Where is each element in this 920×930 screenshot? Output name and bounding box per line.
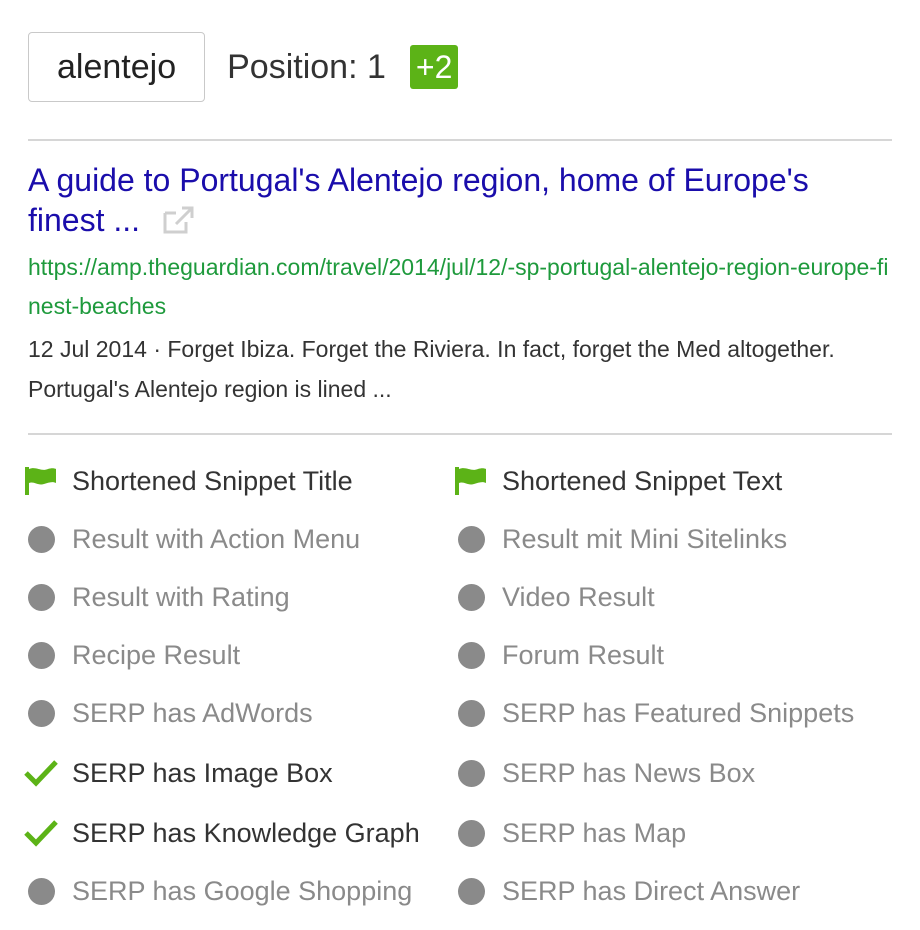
dot-icon — [454, 696, 488, 730]
serp-feature-label: SERP has Map — [502, 817, 687, 848]
serp-feature-label: Forum Result — [502, 639, 665, 670]
serp-feature-item: Shortened Snippet Title — [24, 461, 353, 501]
position-label: Position: 1 — [227, 47, 386, 86]
serp-feature-label: Result with Action Menu — [72, 523, 361, 554]
dot-icon — [454, 522, 488, 556]
serp-feature-item: Forum Result — [454, 635, 664, 675]
check-icon — [24, 816, 58, 850]
serp-feature-label: Shortened Snippet Title — [72, 465, 353, 496]
position-change-badge: +2 — [409, 45, 459, 89]
result-title-link[interactable]: A guide to Portugal's Alentejo region, h… — [28, 160, 892, 244]
dot-icon — [24, 638, 58, 672]
dot-icon — [24, 874, 58, 908]
top-divider — [28, 139, 892, 141]
serp-feature-label: Result with Rating — [72, 581, 290, 612]
serp-feature-label: Shortened Snippet Text — [502, 465, 783, 496]
dot-icon — [454, 638, 488, 672]
dot-icon — [454, 756, 488, 790]
search-result: A guide to Portugal's Alentejo region, h… — [28, 160, 892, 409]
external-link-icon[interactable] — [162, 204, 196, 244]
serp-feature-item: SERP has Image Box — [24, 753, 333, 793]
serp-feature-item: SERP has Direct Answer — [454, 871, 800, 911]
dot-icon — [454, 816, 488, 850]
serp-feature-label: SERP has Google Shopping — [72, 875, 413, 906]
serp-feature-label: Video Result — [502, 581, 655, 612]
serp-feature-item: Shortened Snippet Text — [454, 461, 782, 501]
dot-icon — [454, 580, 488, 614]
dot-icon — [24, 522, 58, 556]
result-snippet: 12 Jul 2014 · Forget Ibiza. Forget the R… — [28, 336, 835, 402]
serp-feature-item: Result with Action Menu — [24, 519, 360, 559]
keyword-header: alentejo Position: 1 +2 — [28, 30, 459, 104]
check-icon — [24, 756, 58, 790]
serp-feature-label: SERP has Knowledge Graph — [72, 817, 420, 848]
serp-feature-item: SERP has Map — [454, 813, 686, 853]
serp-feature-item: SERP has Featured Snippets — [454, 693, 854, 733]
serp-feature-label: SERP has AdWords — [72, 697, 313, 728]
serp-feature-item: Recipe Result — [24, 635, 240, 675]
serp-feature-item: Result with Rating — [24, 577, 290, 617]
features-divider — [28, 433, 892, 435]
serp-feature-item: SERP has AdWords — [24, 693, 313, 733]
keyword-tag[interactable]: alentejo — [28, 32, 206, 102]
flag-icon — [24, 464, 58, 498]
serp-feature-label: SERP has Image Box — [72, 757, 333, 788]
serp-feature-item: Video Result — [454, 577, 655, 617]
serp-feature-label: SERP has Featured Snippets — [502, 697, 855, 728]
serp-feature-item: SERP has Knowledge Graph — [24, 813, 420, 853]
serp-feature-label: Result mit Mini Sitelinks — [502, 523, 788, 554]
serp-feature-item: SERP has Google Shopping — [24, 871, 412, 911]
dot-icon — [454, 874, 488, 908]
dot-icon — [24, 580, 58, 614]
serp-feature-label: SERP has Direct Answer — [502, 875, 801, 906]
result-title[interactable]: A guide to Portugal's Alentejo region, h… — [28, 162, 809, 238]
flag-icon — [454, 464, 488, 498]
dot-icon — [24, 696, 58, 730]
serp-feature-item: Result mit Mini Sitelinks — [454, 519, 787, 559]
result-url[interactable]: https://amp.theguardian.com/travel/2014/… — [28, 248, 890, 326]
serp-feature-item: SERP has News Box — [454, 753, 755, 793]
serp-feature-label: Recipe Result — [72, 639, 241, 670]
serp-feature-label: SERP has News Box — [502, 757, 756, 788]
